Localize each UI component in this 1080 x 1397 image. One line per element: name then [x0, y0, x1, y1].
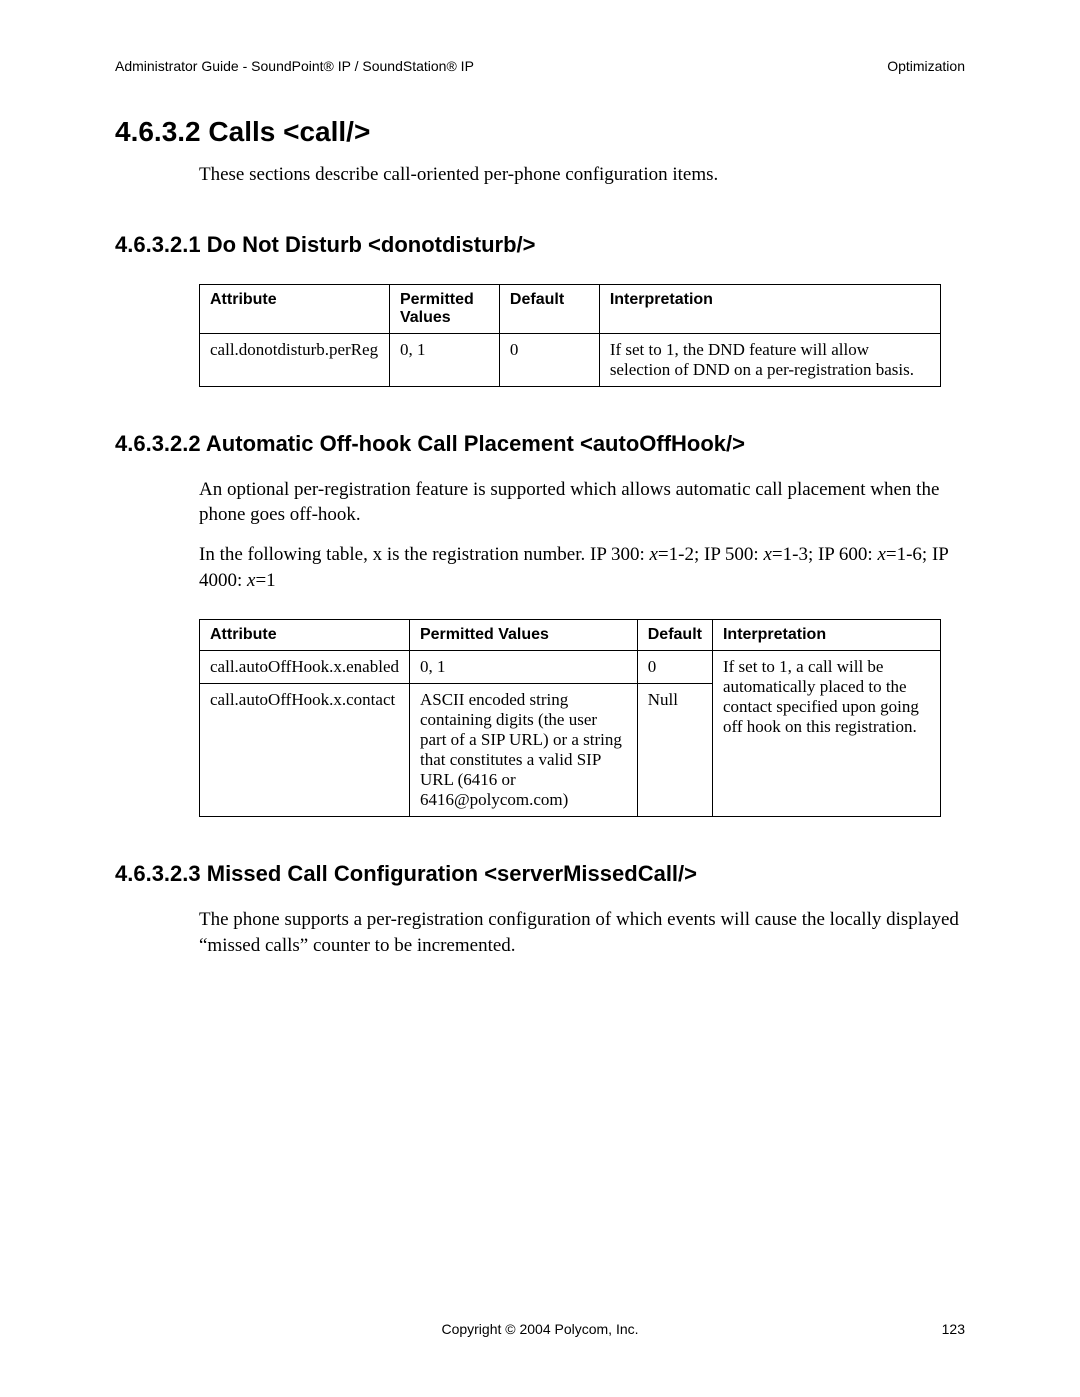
- cell-default: 0: [637, 651, 712, 684]
- cell-permitted: ASCII encoded string containing digits (…: [409, 684, 637, 817]
- footer-copyright: Copyright © 2004 Polycom, Inc.: [441, 1321, 638, 1337]
- subsection-heading-autooffhook: 4.6.3.2.2 Automatic Off-hook Call Placem…: [115, 431, 965, 457]
- dnd-table: Attribute Permitted Values Default Inter…: [199, 284, 941, 387]
- cell-permitted: 0, 1: [389, 333, 499, 386]
- col-default: Default: [637, 620, 712, 651]
- table-header-row: Attribute Permitted Values Default Inter…: [200, 620, 941, 651]
- table-row: call.autoOffHook.x.enabled 0, 1 0 If set…: [200, 651, 941, 684]
- cell-permitted: 0, 1: [409, 651, 637, 684]
- subsection-heading-missedcall: 4.6.3.2.3 Missed Call Configuration <ser…: [115, 861, 965, 887]
- col-attribute: Attribute: [200, 284, 390, 333]
- header-right: Optimization: [887, 58, 965, 74]
- table-header-row: Attribute Permitted Values Default Inter…: [200, 284, 941, 333]
- cell-interpretation: If set to 1, a call will be automaticall…: [712, 651, 940, 817]
- col-interpretation: Interpretation: [712, 620, 940, 651]
- col-attribute: Attribute: [200, 620, 410, 651]
- document-page: Administrator Guide - SoundPoint® IP / S…: [0, 0, 1080, 1397]
- autooffhook-para1: An optional per-registration feature is …: [199, 477, 965, 528]
- subsection-heading-dnd: 4.6.3.2.1 Do Not Disturb <donotdisturb/>: [115, 232, 965, 258]
- cell-default: 0: [499, 333, 599, 386]
- col-permitted-values: Permitted Values: [409, 620, 637, 651]
- cell-attribute: call.autoOffHook.x.enabled: [200, 651, 410, 684]
- cell-attribute: call.autoOffHook.x.contact: [200, 684, 410, 817]
- header-left: Administrator Guide - SoundPoint® IP / S…: [115, 58, 474, 74]
- col-permitted-values: Permitted Values: [389, 284, 499, 333]
- table-row: call.donotdisturb.perReg 0, 1 0 If set t…: [200, 333, 941, 386]
- cell-attribute: call.donotdisturb.perReg: [200, 333, 390, 386]
- cell-interpretation: If set to 1, the DND feature will allow …: [599, 333, 940, 386]
- footer-page-number: 123: [942, 1321, 965, 1337]
- cell-default: Null: [637, 684, 712, 817]
- section-intro: These sections describe call-oriented pe…: [199, 162, 965, 188]
- autooffhook-table: Attribute Permitted Values Default Inter…: [199, 619, 941, 817]
- missedcall-para: The phone supports a per-registration co…: [199, 907, 965, 958]
- section-heading-calls: 4.6.3.2 Calls <call/>: [115, 116, 965, 148]
- running-header: Administrator Guide - SoundPoint® IP / S…: [115, 58, 965, 74]
- page-footer: Copyright © 2004 Polycom, Inc. 123: [0, 1321, 1080, 1337]
- col-interpretation: Interpretation: [599, 284, 940, 333]
- autooffhook-para2: In the following table, x is the registr…: [199, 542, 965, 593]
- col-default: Default: [499, 284, 599, 333]
